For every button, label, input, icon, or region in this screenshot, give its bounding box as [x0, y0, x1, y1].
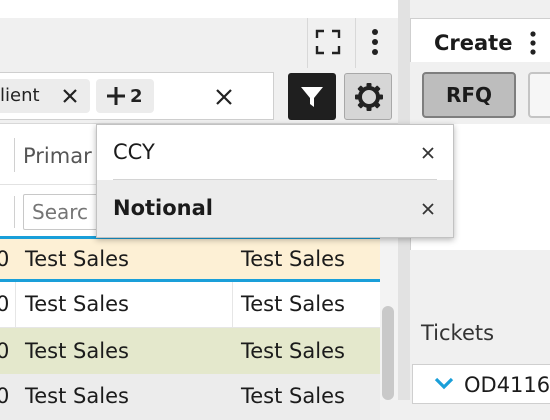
row-sales-cell: Test Sales [25, 384, 129, 408]
toolbar-divider-2 [355, 18, 356, 68]
remove-item-icon[interactable] [422, 147, 434, 159]
table-row[interactable]: 0 Test Sales Test Sales [0, 236, 380, 282]
filter-chip-more-count: 2 [130, 86, 143, 107]
plus-icon [106, 86, 126, 106]
more-vert-icon[interactable] [369, 28, 381, 56]
filter-chip-client[interactable]: lient [0, 79, 90, 113]
filter-chip-client-label: lient [0, 85, 40, 106]
row-sales-cell-2: Test Sales [241, 247, 345, 271]
gear-icon [354, 82, 384, 112]
chevron-down-icon[interactable] [434, 376, 454, 390]
rfq-button-label: RFQ [445, 83, 493, 107]
dropdown-item-ccy[interactable]: CCY [97, 125, 453, 179]
create-panel-title: Create [434, 31, 513, 55]
filter-toggle-button[interactable] [288, 73, 336, 120]
row-lead-cell: 0 [0, 384, 10, 408]
row-sales-cell: Test Sales [25, 292, 129, 316]
cell-divider [232, 282, 233, 328]
filter-divider [14, 196, 15, 228]
row-sales-cell: Test Sales [25, 339, 129, 363]
row-sales-cell: Test Sales [25, 247, 129, 271]
rfq-button[interactable]: RFQ [422, 72, 516, 118]
table-row[interactable]: 0 Test Sales Test Sales [0, 328, 380, 374]
cell-divider [15, 282, 16, 328]
row-lead-cell: 0 [0, 339, 10, 363]
ticket-id: OD4116 [464, 373, 550, 397]
settings-button[interactable] [344, 73, 392, 120]
table-row[interactable]: 0 Test Sales Test Sales [0, 282, 380, 328]
create-option-button[interactable] [528, 72, 550, 118]
table-row[interactable]: 0 Test Sales Test Sales [0, 374, 380, 420]
tickets-title: Tickets [421, 321, 495, 345]
fullscreen-icon[interactable] [315, 29, 341, 55]
row-lead-cell: 0 [0, 292, 10, 316]
row-sales-cell-2: Test Sales [241, 292, 345, 316]
clear-filters-icon[interactable] [215, 88, 233, 106]
column-header-primary[interactable]: Primar [23, 141, 92, 171]
row-lead-cell: 0 [0, 247, 10, 271]
row-sales-cell-2: Test Sales [241, 339, 345, 363]
chip-remove-icon[interactable] [62, 88, 78, 104]
dropdown-item-label: CCY [113, 140, 155, 164]
row-sales-cell-2: Test Sales [241, 384, 345, 408]
column-chooser-dropdown: CCY Notional [96, 124, 454, 238]
grid-scrollbar-thumb[interactable] [382, 306, 394, 400]
filter-chip-more[interactable]: 2 [96, 79, 154, 113]
dropdown-item-notional[interactable]: Notional [97, 180, 453, 237]
create-more-vert-icon[interactable] [528, 31, 538, 55]
dropdown-item-label: Notional [113, 196, 213, 220]
toolbar-divider-1 [307, 18, 308, 68]
ticket-item[interactable]: OD4116 [414, 366, 550, 400]
remove-item-icon[interactable] [422, 203, 434, 215]
header-divider[interactable] [14, 138, 15, 172]
filter-funnel-icon [300, 85, 324, 109]
